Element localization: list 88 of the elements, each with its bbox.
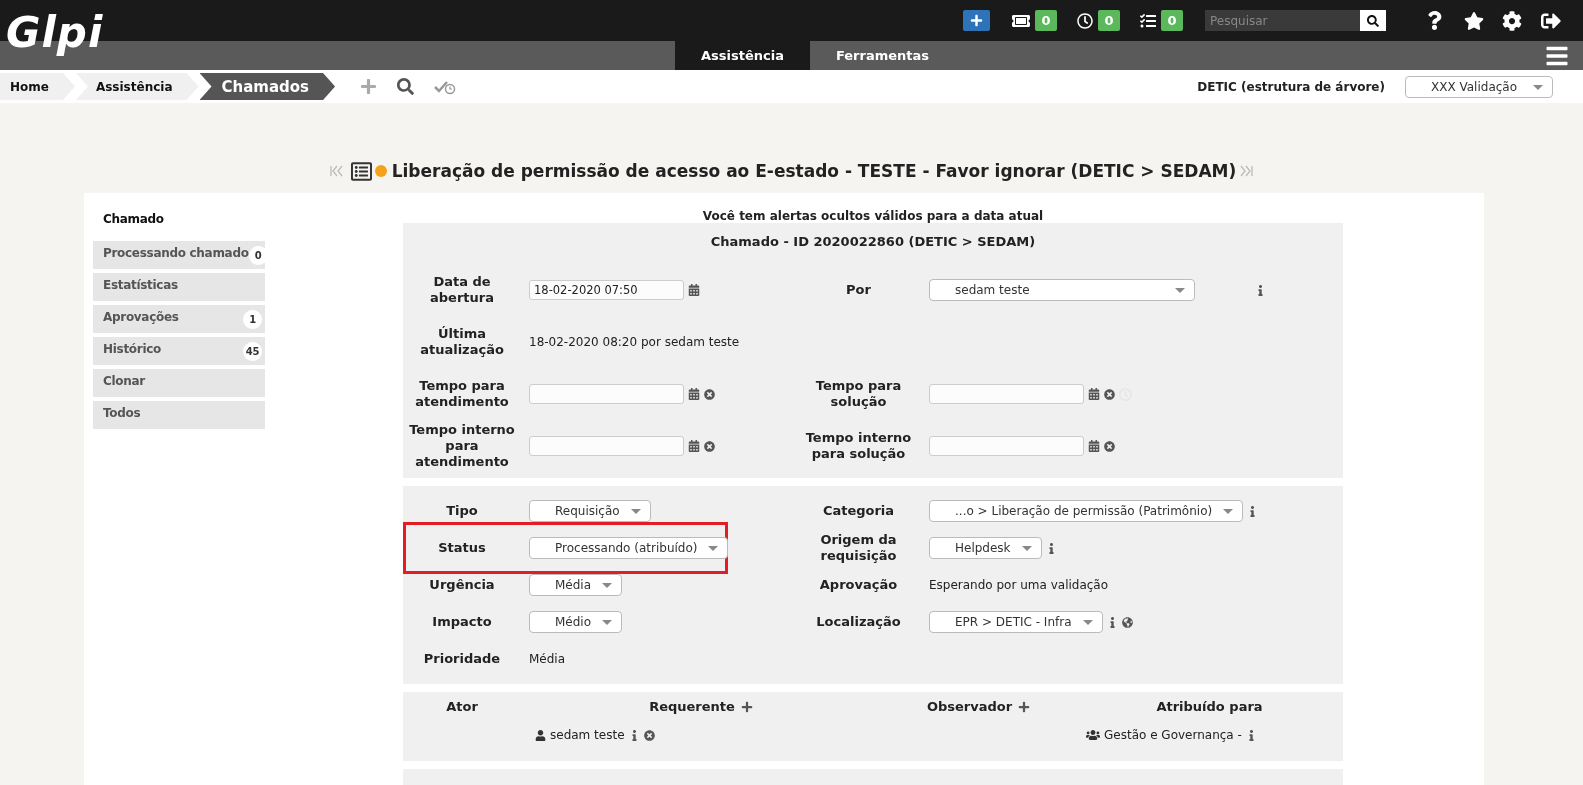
calendar-icon[interactable] <box>1088 440 1100 452</box>
logo[interactable]: Glpi <box>6 12 104 54</box>
actor-heading: Ator <box>445 699 479 714</box>
calendar-icon[interactable] <box>1088 388 1100 400</box>
actor-heading: Atribuído para <box>1156 699 1263 714</box>
list-icon[interactable] <box>350 160 372 182</box>
menu-tab[interactable]: Ferramentas <box>809 41 956 70</box>
select-field[interactable]: Média <box>529 574 623 596</box>
date-field[interactable] <box>929 384 1084 404</box>
field-label: Urgência <box>428 577 496 593</box>
field-label: Status <box>437 540 487 556</box>
actor-name: sedam teste <box>550 728 625 742</box>
breadcrumb-link[interactable]: Home <box>0 73 75 100</box>
search-button[interactable] <box>1360 10 1386 31</box>
clear-icon[interactable] <box>1104 388 1115 400</box>
plus-icon <box>970 14 983 27</box>
calendar-icon[interactable] <box>688 284 700 296</box>
field-label: Prioridade <box>422 651 502 667</box>
sidebar-tab[interactable]: Estatísticas <box>93 273 265 301</box>
search-field[interactable]: Pesquisar <box>1205 10 1360 31</box>
clear-icon[interactable] <box>1104 440 1115 452</box>
count-badge: 0 <box>1035 10 1057 31</box>
select-field[interactable]: ...o > Liberação de permissão (Patrimônio) <box>929 500 1244 522</box>
date-field[interactable] <box>529 384 684 404</box>
field-label: Tempo interno para atendimento <box>408 422 516 470</box>
count-badge: 45 <box>243 341 262 361</box>
field-label: Localização <box>815 614 902 630</box>
profile-select[interactable]: XXX Validação <box>1405 75 1553 98</box>
field-label: Origem da requisição <box>819 532 898 564</box>
count-badge: 0 <box>1098 10 1120 31</box>
task-list-icon[interactable] <box>1140 12 1156 29</box>
select-field[interactable]: Médio <box>529 611 623 633</box>
date-field[interactable]: 18-02-2020 07:50 <box>529 280 684 300</box>
count-badge: 0 <box>1161 10 1183 31</box>
field-label: Tempo interno para solução <box>804 430 913 462</box>
add-icon[interactable] <box>740 700 753 713</box>
search-icon <box>1367 14 1379 27</box>
clear-icon[interactable] <box>704 388 715 400</box>
actor-heading: Observador <box>926 699 1013 714</box>
actor-name: Gestão e Governança - <box>1104 728 1242 742</box>
calendar-icon[interactable] <box>688 388 700 400</box>
field-label: Impacto <box>431 614 493 630</box>
count-badge: 1 <box>243 309 262 329</box>
select-field[interactable]: Processando (atribuído) <box>529 537 729 559</box>
field-label: Data de abertura <box>429 274 495 306</box>
select-field[interactable]: Requisição <box>529 500 651 522</box>
entity-label[interactable]: DETIC (estrutura de árvore) <box>1197 79 1385 94</box>
field-value: Esperando por uma validação <box>929 578 1109 592</box>
remove-icon[interactable] <box>643 729 655 741</box>
date-field[interactable] <box>929 436 1084 456</box>
clock-icon[interactable] <box>1077 12 1093 29</box>
breadcrumb-link[interactable]: Chamados <box>199 73 336 100</box>
field-label: Tempo para solução <box>814 378 903 410</box>
sidebar-tab[interactable]: Processando chamado 0 <box>93 241 265 269</box>
field-label: Categoria <box>821 503 896 519</box>
ticket-title: Liberação de permissão de acesso ao E-estado - TESTE - Favor ignorar (DETIC > SEDAM) <box>391 161 1237 181</box>
globe-icon[interactable] <box>1121 616 1133 628</box>
add-icon[interactable] <box>1018 700 1031 713</box>
field-value: 18-02-2020 08:20 por sedam teste <box>529 335 740 349</box>
date-field[interactable] <box>529 436 684 456</box>
clear-icon[interactable] <box>704 440 715 452</box>
sidebar-tab[interactable]: Aprovações 1 <box>93 305 265 333</box>
star-icon[interactable] <box>1464 10 1484 31</box>
count-badge: 0 <box>248 245 268 265</box>
calendar-icon[interactable] <box>688 440 700 452</box>
sidebar-tab[interactable]: Clonar <box>93 369 265 397</box>
select-field[interactable]: Helpdesk <box>929 537 1042 559</box>
menu-tab[interactable]: Assistência <box>675 41 810 70</box>
field-label: Tempo para atendimento <box>414 378 510 410</box>
settings-icon[interactable] <box>1502 10 1522 31</box>
actor-heading: Requerente <box>649 699 735 714</box>
field-label: Aprovação <box>818 577 899 593</box>
search-icon[interactable] <box>397 78 415 95</box>
sidebar-tab[interactable]: Histórico 45 <box>93 337 265 365</box>
add-button[interactable] <box>963 10 990 31</box>
status-dot-icon <box>374 165 387 177</box>
breadcrumb-link[interactable]: Assistência <box>75 73 199 100</box>
field-label: Tipo <box>445 503 479 519</box>
notice-text: Você tem alertas ocultos válidos para a data atual <box>702 209 1044 223</box>
field-label: Última atualização <box>419 326 505 358</box>
help-icon[interactable] <box>1425 11 1444 30</box>
sidebar-tab[interactable]: Todos <box>93 401 265 429</box>
field-value: Média <box>529 652 566 666</box>
section-heading: Chamado - ID 2020022860 (DETIC > SEDAM) <box>709 233 1037 251</box>
select-field[interactable]: EPR > DETIC - Infra <box>929 611 1103 633</box>
field-label: Por <box>845 282 872 298</box>
info-icon[interactable] <box>1255 284 1266 296</box>
select-field[interactable]: sedam teste <box>929 279 1195 301</box>
